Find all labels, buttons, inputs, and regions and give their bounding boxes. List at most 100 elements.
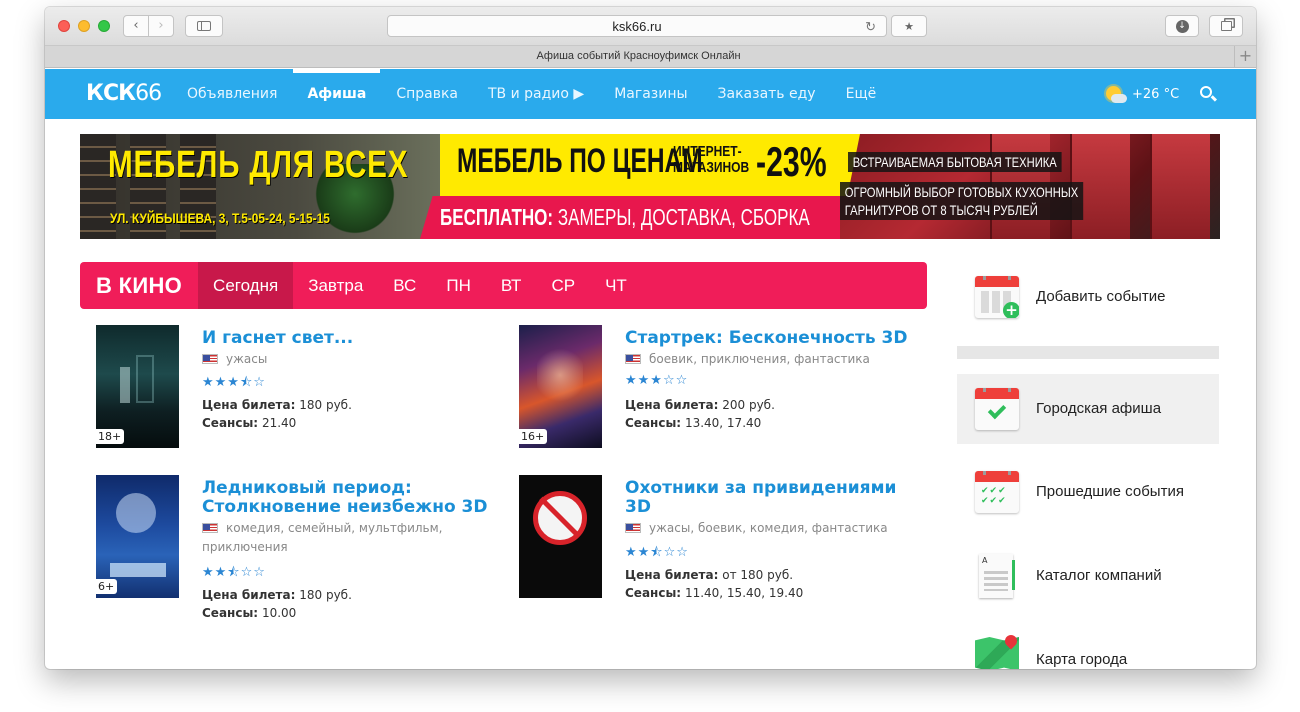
movie-title[interactable]: Ледниковый период: Столкновение неизбежн… (202, 479, 502, 517)
banner-tag-kitchens: ОГРОМНЫЙ ВЫБОР ГОТОВЫХ КУХОННЫХ ГАРНИТУРО… (840, 182, 1084, 220)
main-nav: Объявления Афиша Справка ТВ и радио ▶ Ма… (187, 69, 906, 119)
movie-title[interactable]: Охотники за привидениями 3D (625, 479, 925, 517)
age-rating-badge: 18+ (96, 429, 125, 444)
nav-item-tv-radio[interactable]: ТВ и радио ▶ (488, 69, 584, 119)
sidebar-item-add-event[interactable]: + Добавить событие (957, 262, 1219, 332)
banner-price-text: МЕБЕЛЬ ПО ЦЕНАМ (457, 142, 703, 180)
banner-address: УЛ. КУЙБЫШЕВА, 3, Т.5-05-24, 5-15-15 (110, 210, 330, 226)
movie-poster[interactable]: 6+ (96, 475, 179, 598)
download-icon: ↓ (1175, 19, 1189, 33)
site-logo[interactable]: КСК66 (86, 81, 162, 106)
movie-price: Цена билета: от 180 руб. (625, 568, 794, 582)
sidebar-item-label: Городская афиша (1036, 400, 1162, 417)
movie-genres: боевик, приключения, фантастика (625, 350, 915, 369)
usa-flag-icon (625, 354, 641, 364)
movie-sessions: Сеансы: 21.40 (202, 416, 297, 430)
weather-widget[interactable]: +26 °C (1103, 83, 1179, 105)
downloads-button[interactable]: ↓ (1165, 15, 1199, 37)
close-window-button[interactable] (58, 20, 70, 32)
sidebar-item-label: Добавить событие (1036, 288, 1166, 305)
movie-title[interactable]: И гаснет свет... (202, 329, 502, 348)
calendar-done-icon: ✔✔✔ ✔✔✔ (975, 471, 1019, 513)
banner-tag-appliances: ВСТРАИВАЕМАЯ БЫТОВАЯ ТЕХНИКА (848, 152, 1062, 172)
sidebar-toggle-button[interactable] (185, 15, 223, 37)
catalog-icon: A (979, 554, 1015, 598)
movie-sessions: Сеансы: 10.00 (202, 606, 297, 620)
sidebar-item-city-afisha[interactable]: Городская афиша (957, 374, 1219, 444)
sidebar-divider (957, 346, 1219, 359)
movie-card: Охотники за привидениями 3D ужасы, боеви… (519, 475, 939, 625)
temperature: +26 °C (1132, 86, 1180, 102)
browser-window: ‹ › ksk66.ru ↻ ★ ↓ Афиша событий Красноу… (45, 7, 1256, 669)
address-bar[interactable]: ksk66.ru ↻ (387, 15, 887, 37)
sidebar-item-companies[interactable]: A Каталог компаний (957, 541, 1219, 611)
movie-price: Цена билета: 200 руб. (625, 398, 775, 412)
usa-flag-icon (202, 523, 218, 533)
sun-cloud-icon (1103, 83, 1127, 105)
sidebar-item-label: Каталог компаний (1036, 567, 1162, 584)
calendar-add-icon: + (975, 276, 1019, 318)
usa-flag-icon (202, 354, 218, 364)
sidebar-item-city-map[interactable]: Карта города (957, 625, 1219, 669)
nav-item-ads[interactable]: Объявления (187, 69, 277, 119)
movie-poster[interactable] (519, 475, 602, 598)
movie-rating-stars: ★★⯪☆☆ (625, 545, 689, 560)
nav-item-info[interactable]: Справка (396, 69, 458, 119)
nav-item-more[interactable]: Ещё (846, 69, 877, 119)
cinema-title: В КИНО (96, 273, 183, 298)
sidebar-item-past-events[interactable]: ✔✔✔ ✔✔✔ Прошедшие события (957, 457, 1219, 527)
star-icon: ★ (904, 19, 914, 33)
tab-overview-button[interactable] (1209, 15, 1243, 37)
bookmark-button[interactable]: ★ (891, 15, 927, 37)
forward-button[interactable]: › (148, 16, 173, 36)
reload-icon[interactable]: ↻ (865, 19, 876, 35)
zoom-window-button[interactable] (98, 20, 110, 32)
back-button[interactable]: ‹ (124, 16, 148, 36)
nav-item-food[interactable]: Заказать еду (718, 69, 816, 119)
movie-rating-stars: ★★★☆☆ (625, 373, 689, 388)
logo-text: КСК (86, 81, 136, 106)
tab-title[interactable]: Афиша событий Красноуфимск Онлайн (45, 46, 1232, 67)
tab-sunday[interactable]: ВС (378, 262, 431, 309)
age-rating-badge: 6+ (96, 579, 118, 594)
movie-genres: ужасы, боевик, комедия, фантастика (625, 519, 915, 538)
movie-title[interactable]: Стартрек: Бесконечность 3D (625, 329, 925, 348)
minimize-window-button[interactable] (78, 20, 90, 32)
nav-item-shops[interactable]: Магазины (614, 69, 687, 119)
cinema-section: В КИНО Сегодня Завтра ВС ПН ВТ СР ЧТ 18+… (80, 262, 927, 620)
tab-today[interactable]: Сегодня (198, 262, 294, 309)
tab-wednesday[interactable]: СР (536, 262, 590, 309)
movie-price: Цена билета: 180 руб. (202, 588, 352, 602)
site-header: КСК66 Объявления Афиша Справка ТВ и ради… (45, 69, 1256, 119)
banner-internet-text: ИНТЕРНЕТ- МАГАЗИНОВ (673, 143, 750, 176)
tab-tomorrow[interactable]: Завтра (293, 262, 378, 309)
new-tab-button[interactable]: + (1234, 46, 1256, 67)
search-icon[interactable] (1200, 86, 1212, 98)
movie-sessions: Сеансы: 11.40, 15.40, 19.40 (625, 586, 804, 600)
tab-thursday[interactable]: ЧТ (590, 262, 642, 309)
movie-genres: ужасы (202, 350, 492, 369)
sidebar-item-label: Карта города (1036, 651, 1128, 668)
cinema-day-tabs: В КИНО Сегодня Завтра ВС ПН ВТ СР ЧТ (80, 262, 927, 309)
usa-flag-icon (625, 523, 641, 533)
nav-item-afisha[interactable]: Афиша (293, 69, 381, 119)
sidebar-item-label: Прошедшие события (1036, 483, 1184, 500)
movie-poster[interactable]: 16+ (519, 325, 602, 448)
movie-poster[interactable]: 18+ (96, 325, 179, 448)
tab-tuesday[interactable]: ВТ (486, 262, 537, 309)
tab-bar: Афиша событий Красноуфимск Онлайн + (45, 46, 1256, 68)
ad-banner[interactable]: МЕБЕЛЬ ДЛЯ ВСЕХ УЛ. КУЙБЫШЕВА, 3, Т.5-05… (80, 134, 1220, 239)
sidebar-icon (197, 21, 211, 31)
movie-rating-stars: ★★★⯪☆ (202, 375, 266, 390)
movie-genres: комедия, семейный, мультфильм, приключен… (202, 521, 443, 554)
movie-price: Цена билета: 180 руб. (202, 398, 352, 412)
tabs-icon (1220, 21, 1232, 31)
tab-monday[interactable]: ПН (431, 262, 486, 309)
logo-number: 66 (135, 81, 162, 106)
banner-title: МЕБЕЛЬ ДЛЯ ВСЕХ (108, 144, 409, 186)
calendar-check-icon (975, 388, 1019, 430)
movie-rating-stars: ★★⯪☆☆ (202, 565, 266, 580)
movie-card: 18+ И гаснет свет... ужасы ★★★⯪☆ Цена би… (96, 325, 516, 475)
url-text: ksk66.ru (612, 18, 662, 34)
history-nav: ‹ › (123, 15, 174, 37)
